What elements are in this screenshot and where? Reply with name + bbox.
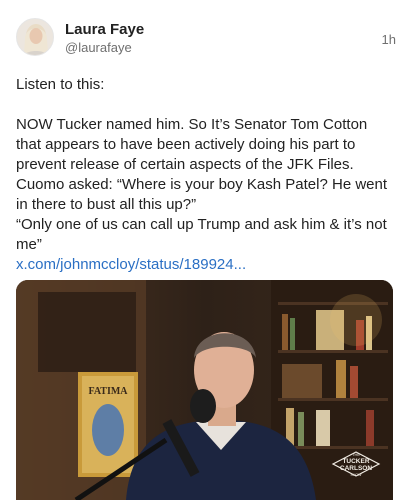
watermark-bottom: SHOW — [351, 473, 363, 477]
post-timestamp[interactable]: 1h — [382, 32, 396, 47]
watermark-top: THE — [352, 452, 360, 457]
post-link[interactable]: x.com/johnmccloy/status/189924... — [16, 255, 394, 275]
poster-text: FATIMA — [88, 386, 128, 397]
post-header: Laura Faye @laurafaye 1h — [16, 18, 396, 62]
post-intro: Listen to this: — [16, 76, 105, 93]
video-thumbnail[interactable]: FATIMA THE TUCKER CARLSON SHOW — [16, 280, 393, 500]
post-body: Listen to this: NOW Tucker named him. So… — [16, 75, 394, 275]
post-line: Cuomo asked: “Where is your boy Kash Pat… — [16, 176, 388, 213]
watermark-line1: TUCKER — [342, 458, 369, 465]
avatar[interactable] — [16, 18, 54, 56]
author-display-name[interactable]: Laura Faye — [65, 21, 144, 38]
post-card[interactable]: Laura Faye @laurafaye 1h Listen to this:… — [0, 0, 409, 500]
post-line: NOW Tucker named him. So It’s Senator To… — [16, 116, 368, 173]
watermark-line2: CARLSON — [340, 465, 372, 472]
avatar-image — [17, 19, 53, 55]
post-line: “Only one of us can call up Trump and as… — [16, 216, 387, 253]
author-handle[interactable]: @laurafaye — [65, 40, 132, 55]
video-frame-image: FATIMA THE TUCKER CARLSON SHOW — [16, 280, 393, 500]
